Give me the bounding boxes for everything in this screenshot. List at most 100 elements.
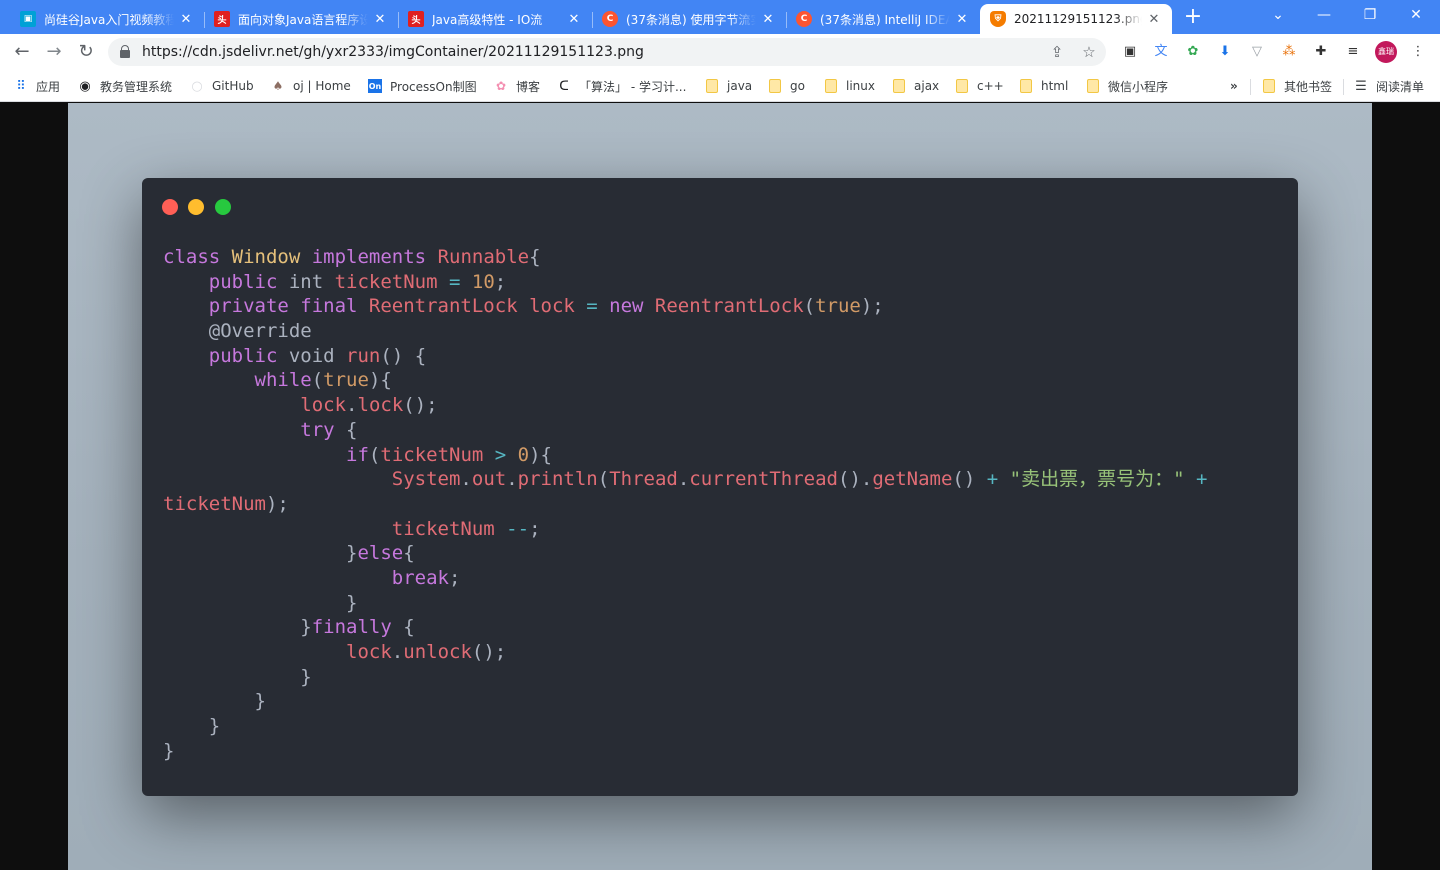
- code-line: if(ticketNum > 0){: [163, 443, 1207, 468]
- vue-devtools-icon[interactable]: ▽: [1247, 42, 1267, 62]
- csdn-icon: C: [602, 11, 618, 27]
- folder-icon: [768, 79, 782, 93]
- tab-close-icon[interactable]: ✕: [566, 12, 582, 27]
- tab-close-icon[interactable]: ✕: [372, 12, 388, 27]
- code-token: private final: [208, 295, 369, 318]
- new-tab-button[interactable]: +: [1180, 5, 1206, 31]
- reading-list-button[interactable]: ☰ 阅读清单: [1354, 76, 1424, 96]
- address-bar[interactable]: https://cdn.jsdelivr.net/gh/yxr2333/imgC…: [108, 38, 1106, 66]
- toutiao-icon: 头: [408, 11, 424, 27]
- tab-2[interactable]: 头 Java高级特性 - IO流 ✕: [398, 4, 592, 34]
- close-window-button[interactable]: ✕: [1393, 0, 1439, 30]
- code-token: ();: [403, 394, 438, 417]
- download-icon[interactable]: ⬇: [1215, 42, 1235, 62]
- tab-close-icon[interactable]: ✕: [954, 12, 970, 27]
- bookmark-label: 其他书签: [1284, 79, 1333, 94]
- code-token: public: [208, 270, 289, 293]
- reading-list-icon: ☰: [1355, 78, 1367, 94]
- back-button[interactable]: ←: [8, 38, 36, 66]
- extension-orange-icon[interactable]: ⁂: [1279, 42, 1299, 62]
- bookmark-star-icon[interactable]: ☆: [1080, 43, 1098, 61]
- code-token: currentThread: [689, 468, 838, 491]
- tab-4[interactable]: C (37条消息) IntelliJ IDEA ✕: [786, 4, 980, 34]
- code-token: println: [517, 468, 598, 491]
- shield-icon: ⛨: [990, 11, 1006, 27]
- reload-button[interactable]: ↻: [72, 38, 100, 66]
- bookmark-folder-miniprogram[interactable]: 微信小程序: [1086, 76, 1168, 96]
- tab-5-active[interactable]: ⛨ 20211129151123.png ✕: [980, 4, 1172, 34]
- tab-close-icon[interactable]: ✕: [760, 12, 776, 27]
- tab-close-icon[interactable]: ✕: [1146, 12, 1162, 27]
- code-token: 0: [517, 443, 530, 466]
- profile-avatar[interactable]: 鑫瑞: [1375, 41, 1397, 63]
- code-token: );: [265, 492, 289, 515]
- folder-icon: [824, 79, 838, 93]
- bookmark-folder-go[interactable]: go: [768, 76, 805, 96]
- translate-icon[interactable]: 文: [1151, 42, 1171, 62]
- code-token: .: [391, 641, 404, 663]
- bookmark-folder-cpp[interactable]: c++: [955, 76, 1004, 96]
- menu-kebab-icon[interactable]: ⋮: [1408, 42, 1428, 62]
- folder-icon: [892, 79, 906, 93]
- other-bookmarks-folder[interactable]: 其他书签: [1262, 76, 1332, 96]
- bookmark-blog[interactable]: ✿ 博客: [494, 76, 540, 96]
- bookmark-folder-html[interactable]: html: [1019, 76, 1068, 96]
- tab-3[interactable]: C (37条消息) 使用字节流实现 ✕: [592, 4, 786, 34]
- bookmark-jiaowu[interactable]: ◉ 教务管理系统: [78, 76, 172, 96]
- url-text[interactable]: https://cdn.jsdelivr.net/gh/yxr2333/imgC…: [142, 44, 644, 60]
- bookmark-apps[interactable]: ⠿ 应用: [14, 76, 60, 96]
- tab-0[interactable]: ▣ 尚硅谷Java入门视频教程 ✕: [10, 4, 204, 34]
- code-token: while: [254, 369, 312, 392]
- folder-icon: [705, 79, 719, 93]
- code-line: @Override: [163, 319, 1207, 344]
- code-token: =: [586, 295, 610, 318]
- minimize-button[interactable]: —: [1301, 0, 1347, 30]
- extensions-puzzle-icon[interactable]: ✚: [1311, 42, 1331, 62]
- folder-icon: [1086, 79, 1100, 93]
- tab-title: Java高级特性 - IO流: [432, 12, 543, 27]
- code-token: ;: [494, 270, 507, 293]
- code-token: Thread: [609, 468, 678, 491]
- tab-1[interactable]: 头 面向对象Java语言程序设计 ✕: [204, 4, 398, 34]
- bookmark-label: 教务管理系统: [100, 79, 173, 94]
- code-token: public: [208, 344, 289, 367]
- code-token: true: [815, 295, 861, 318]
- bookmarks-overflow-button[interactable]: »: [1230, 76, 1238, 96]
- restore-button[interactable]: ❐: [1347, 0, 1393, 30]
- window-dot-green: [215, 199, 231, 215]
- bookmark-label: GitHub: [212, 79, 254, 93]
- tab-close-icon[interactable]: ✕: [178, 12, 194, 27]
- lock-icon[interactable]: [120, 45, 130, 59]
- extension-colorful-icon[interactable]: ✿: [1183, 42, 1203, 62]
- media-queue-icon[interactable]: ≡: [1343, 42, 1363, 62]
- code-token: "卖出票，票号为：": [1009, 468, 1196, 491]
- code-token: }: [163, 616, 312, 639]
- bookmark-leetcode[interactable]: ᑕ 「算法」 - 学习计...: [557, 76, 686, 96]
- bookmark-folder-ajax[interactable]: ajax: [892, 76, 939, 96]
- bookmark-github[interactable]: ○ GitHub: [190, 76, 254, 96]
- code-token: +: [986, 468, 1010, 491]
- bookmark-folder-java[interactable]: java: [705, 76, 752, 96]
- code-token: (: [597, 468, 610, 491]
- forward-button[interactable]: →: [40, 38, 68, 66]
- code-line: }: [163, 665, 1207, 690]
- code-token: (: [311, 369, 324, 392]
- code-token: void: [288, 344, 347, 367]
- extension-square-icon[interactable]: ▣: [1120, 42, 1140, 62]
- bookmark-processon[interactable]: On ProcessOn制图: [368, 76, 477, 96]
- code-token: lock: [357, 394, 404, 417]
- share-icon[interactable]: ⇪: [1048, 43, 1066, 61]
- displayed-image[interactable]: class Window implements Runnable{ public…: [68, 103, 1372, 870]
- code-line: class Window implements Runnable{: [163, 245, 1207, 270]
- bookmark-folder-linux[interactable]: linux: [824, 76, 875, 96]
- code-line: }: [163, 739, 1207, 764]
- tab-search-icon[interactable]: ⌄: [1255, 0, 1301, 30]
- bookmark-oj[interactable]: ♠ oj | Home: [271, 76, 351, 96]
- code-token: ;: [529, 517, 541, 540]
- code-line: }finally {: [163, 615, 1207, 640]
- code-token: --: [506, 517, 530, 540]
- code-token: int: [288, 270, 335, 293]
